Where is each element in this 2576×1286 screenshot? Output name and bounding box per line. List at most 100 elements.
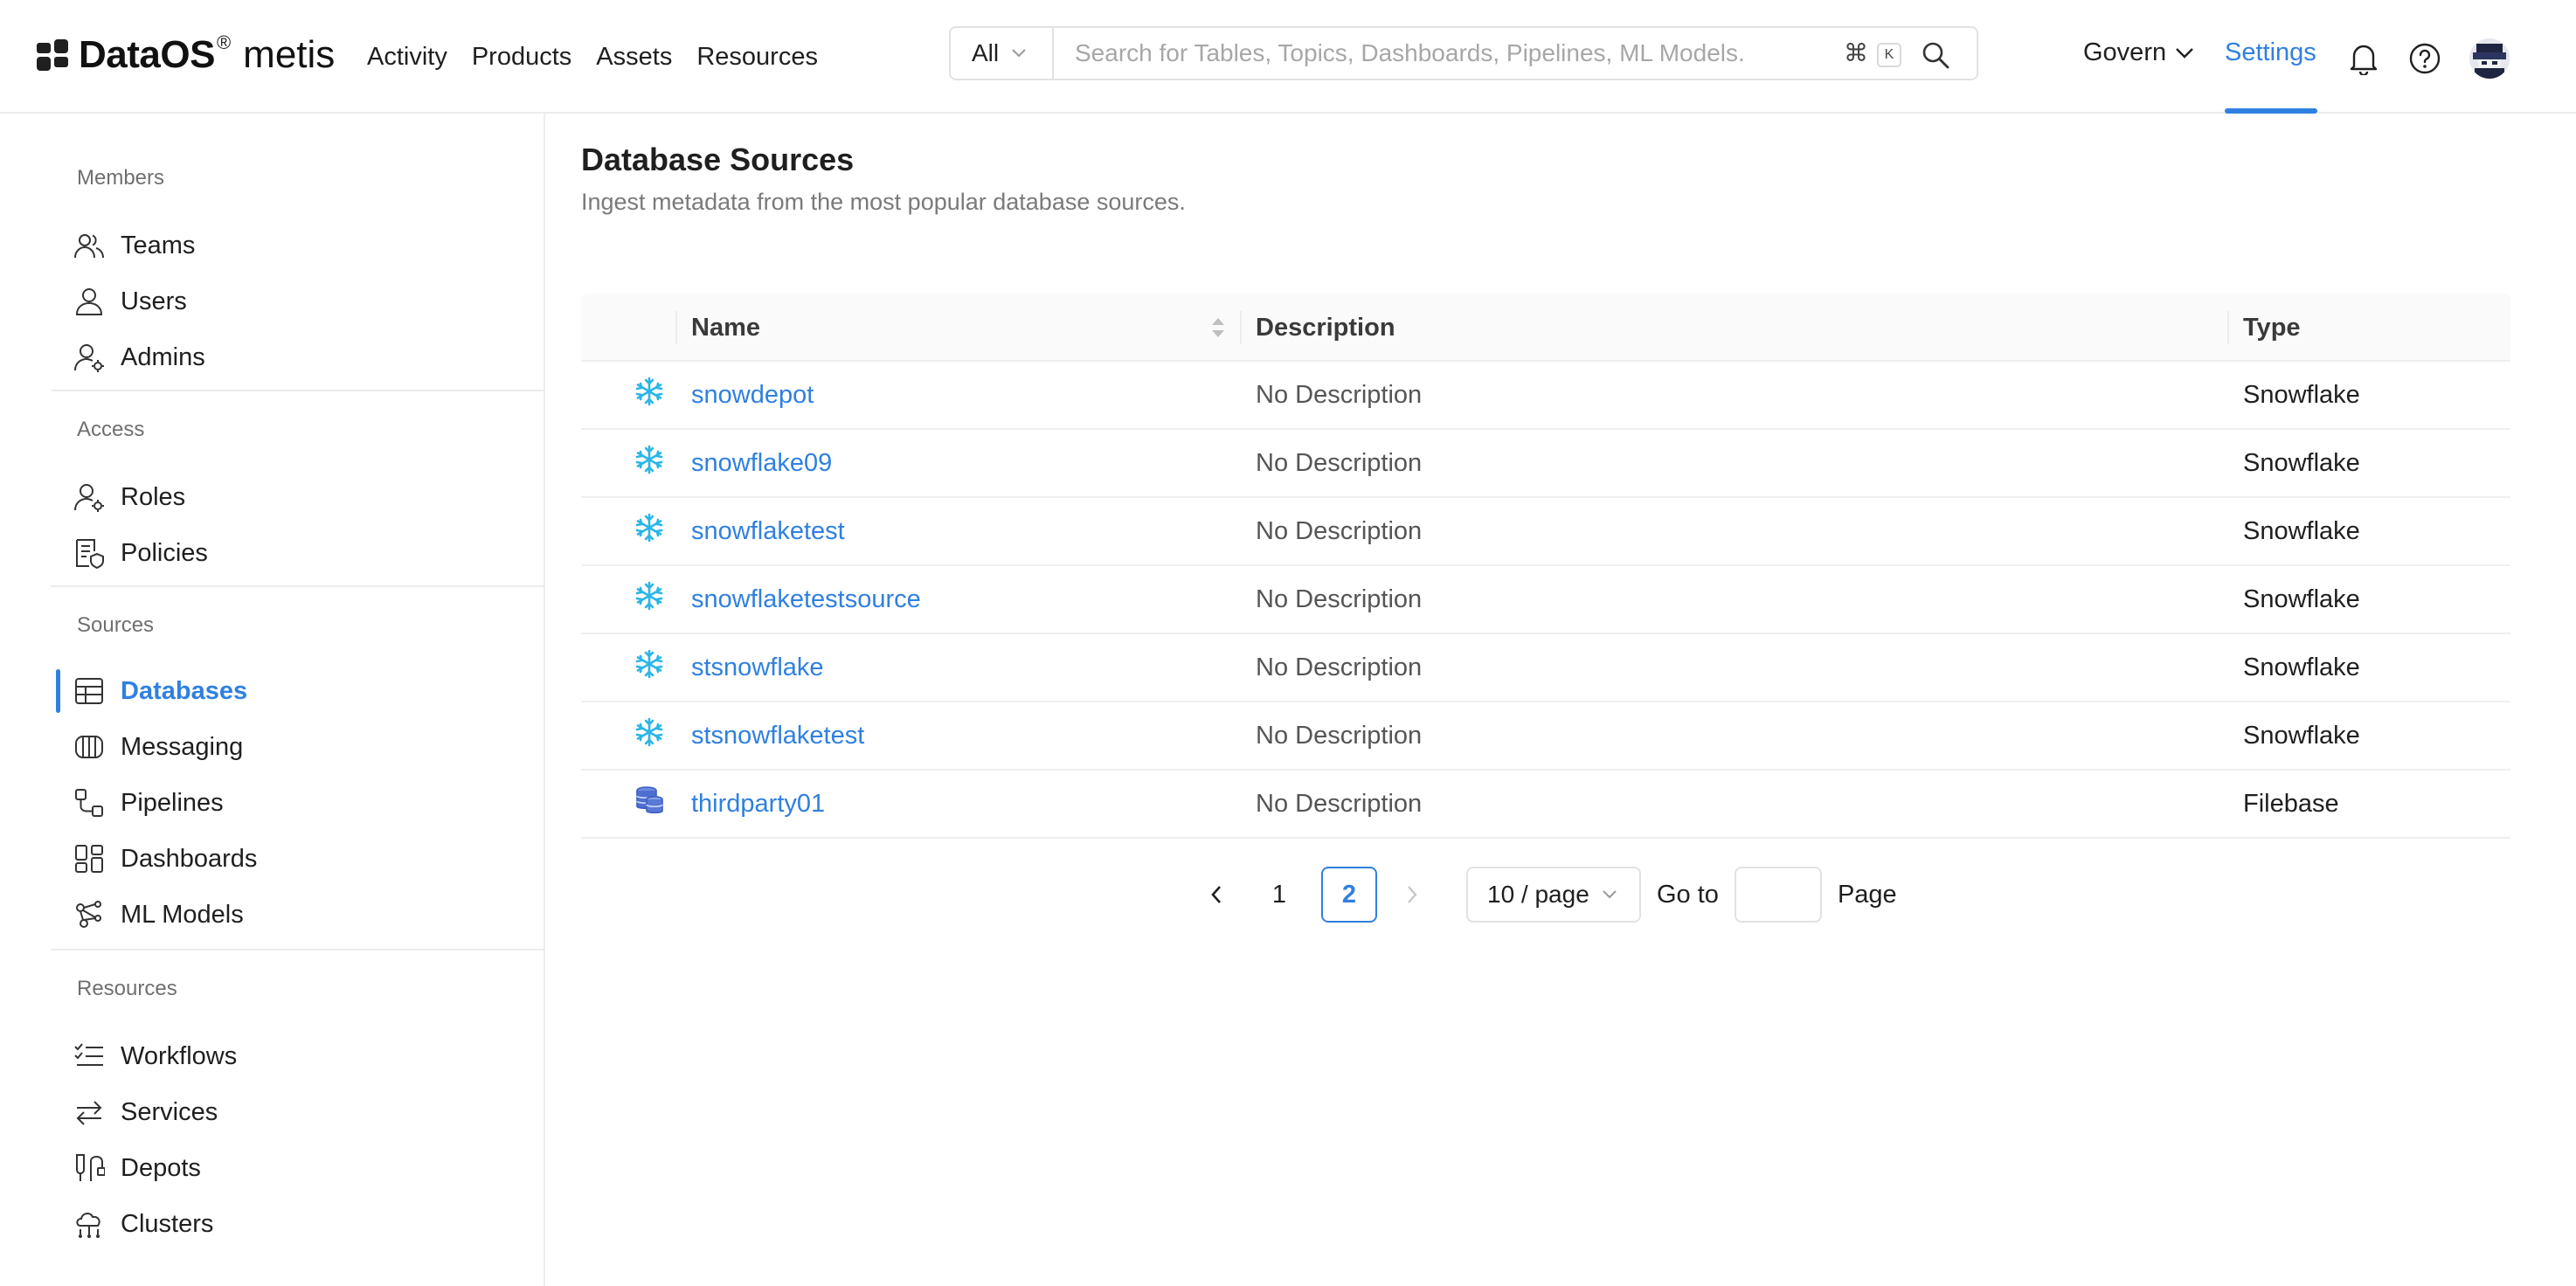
- sidebar-item-clusters[interactable]: Clusters: [73, 1202, 213, 1246]
- roles-icon: [74, 484, 104, 512]
- shortcut-cmd-key: ⌘: [1844, 39, 1868, 66]
- settings-active-indicator: [2225, 108, 2317, 114]
- workflows-icon: [74, 1043, 103, 1066]
- source-type: Snowflake: [2243, 653, 2360, 681]
- source-description: No Description: [1256, 790, 1423, 818]
- search-icon[interactable]: [1921, 40, 1950, 70]
- chevron-down-icon: [1603, 890, 1617, 899]
- source-name-link[interactable]: snowdepot: [691, 362, 814, 428]
- source-type: Snowflake: [2243, 449, 2360, 477]
- source-name-link[interactable]: snowflake09: [691, 430, 832, 496]
- source-description: No Description: [1256, 722, 1423, 750]
- snowflake-icon: [635, 513, 663, 543]
- goto-page-input[interactable]: [1734, 867, 1822, 923]
- dashboards-icon: [75, 845, 103, 873]
- nav-assets[interactable]: Assets: [596, 38, 672, 75]
- pagination-prev-button[interactable]: [1188, 867, 1244, 923]
- user-icon: [75, 288, 103, 315]
- clusters-icon: [76, 1213, 100, 1238]
- search-input[interactable]: [1075, 39, 1826, 67]
- sidebar-item-label: Messaging: [121, 732, 244, 761]
- column-separator: [2227, 311, 2229, 344]
- sidebar-item-roles[interactable]: Roles: [73, 475, 185, 519]
- page-title: Database Sources: [581, 142, 855, 177]
- sidebar-item-admins[interactable]: Admins: [73, 335, 205, 379]
- snowflake-icon: [635, 717, 663, 747]
- sidebar-divider: [51, 390, 545, 391]
- user-avatar[interactable]: [2469, 38, 2510, 79]
- section-title-resources: Resources: [77, 977, 177, 1000]
- sidebar-item-policies[interactable]: Policies: [73, 531, 208, 575]
- sidebar-item-label: Policies: [121, 538, 208, 567]
- nav-activity[interactable]: Activity: [367, 38, 447, 75]
- source-name-link[interactable]: snowflaketestsource: [691, 566, 921, 633]
- sidebar-divider: [51, 949, 545, 951]
- sidebar-item-label: Services: [121, 1097, 218, 1126]
- sidebar-item-dashboards[interactable]: Dashboards: [73, 837, 257, 881]
- snowflake-icon: [635, 377, 663, 406]
- pagination-page-1[interactable]: 1: [1251, 867, 1307, 923]
- nav-resources[interactable]: Resources: [696, 38, 818, 75]
- sidebar-item-depots[interactable]: Depots: [73, 1146, 201, 1190]
- teams-icon: [74, 234, 104, 259]
- sidebar-item-databases[interactable]: Databases: [73, 669, 247, 713]
- sidebar-item-label: Roles: [121, 482, 186, 511]
- source-type: Snowflake: [2243, 381, 2360, 409]
- source-description: No Description: [1256, 449, 1423, 477]
- sidebar-item-services[interactable]: Services: [73, 1090, 218, 1134]
- sidebar-item-messaging[interactable]: Messaging: [73, 725, 243, 769]
- policies-icon: [76, 539, 104, 569]
- govern-menu[interactable]: Govern: [2083, 38, 2194, 67]
- source-name-link[interactable]: thirdparty01: [691, 771, 825, 837]
- settings-tab[interactable]: Settings: [2225, 38, 2316, 67]
- page-label: Page: [1837, 880, 1897, 909]
- sidebar-item-pipelines[interactable]: Pipelines: [73, 781, 224, 825]
- sort-icon[interactable]: [1208, 315, 1228, 341]
- shortcut-k-key: K: [1877, 43, 1901, 67]
- nav-products[interactable]: Products: [472, 38, 571, 75]
- sidebar-active-indicator: [56, 669, 60, 713]
- source-description: No Description: [1256, 585, 1423, 613]
- column-separator: [675, 311, 677, 344]
- sidebar-item-label: Depots: [121, 1153, 201, 1182]
- source-type: Snowflake: [2243, 585, 2360, 613]
- database-sources-table: Name Description Type snowdepot No Descr…: [581, 294, 2510, 839]
- logo[interactable]: DataOS ® metis: [35, 31, 336, 77]
- section-title-members: Members: [77, 166, 165, 190]
- source-name-link[interactable]: stsnowflaketest: [691, 702, 864, 769]
- sidebar-item-label: Clusters: [121, 1209, 214, 1238]
- search-filter-value: All: [972, 39, 1000, 66]
- pipelines-icon: [75, 789, 103, 817]
- top-navigation: Activity Products Assets Resources: [367, 38, 842, 75]
- services-icon: [76, 1101, 102, 1125]
- chevron-right-icon: [1408, 886, 1417, 903]
- table-row: stsnowflake No Description Snowflake: [581, 634, 2510, 702]
- pagination-next-button[interactable]: [1384, 867, 1440, 923]
- section-title-sources: Sources: [77, 613, 155, 637]
- search-filter-select[interactable]: All: [951, 28, 1054, 79]
- pagination: 1 2 10 / page Go to Page: [1188, 867, 1897, 923]
- help-icon[interactable]: [2408, 42, 2441, 75]
- chevron-left-icon: [1211, 886, 1221, 903]
- sidebar-item-label: Databases: [121, 676, 248, 705]
- product-name: metis: [243, 33, 336, 76]
- column-separator: [1240, 311, 1242, 344]
- column-header-name[interactable]: Name: [691, 294, 760, 362]
- notification-bell-icon[interactable]: [2349, 42, 2379, 75]
- source-name-link[interactable]: snowflaketest: [691, 498, 845, 564]
- source-description: No Description: [1256, 381, 1423, 409]
- column-header-type: Type: [2243, 314, 2301, 342]
- database-icon: [75, 678, 103, 704]
- source-name-link[interactable]: stsnowflake: [691, 634, 824, 701]
- avatar-icon: [2469, 38, 2510, 79]
- page-size-select[interactable]: 10 / page: [1466, 867, 1641, 923]
- table-row: snowdepot No Description Snowflake: [581, 362, 2510, 430]
- sidebar-item-teams[interactable]: Teams: [73, 224, 195, 267]
- brand-name: DataOS: [79, 33, 215, 76]
- sidebar-item-ml-models[interactable]: ML Models: [73, 893, 244, 937]
- sidebar-item-label: Workflows: [121, 1041, 238, 1070]
- sidebar-item-users[interactable]: Users: [73, 280, 187, 323]
- table-header: Name Description Type: [581, 294, 2510, 362]
- pagination-page-2[interactable]: 2: [1321, 867, 1377, 923]
- sidebar-item-workflows[interactable]: Workflows: [73, 1034, 237, 1078]
